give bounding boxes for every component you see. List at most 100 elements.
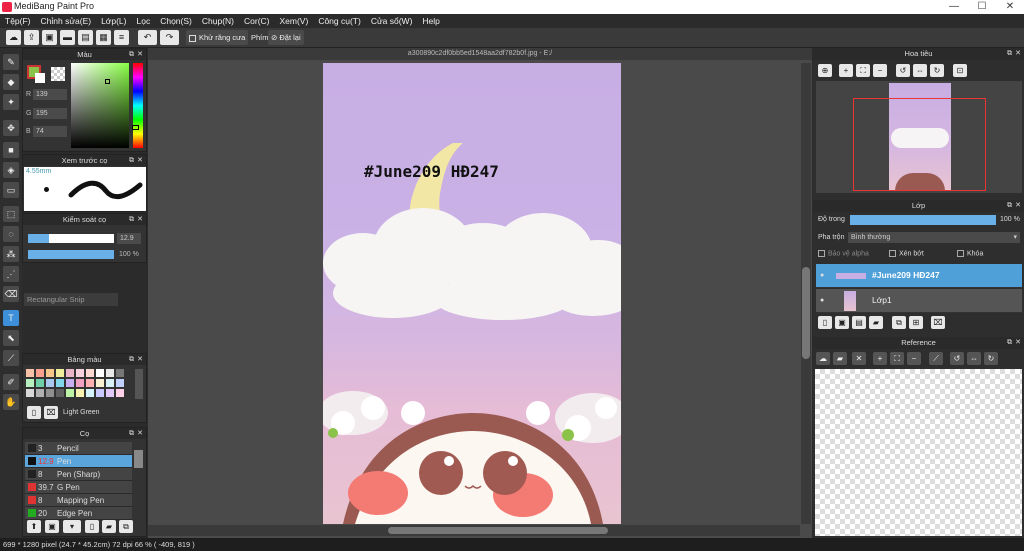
- palette-swatch[interactable]: [56, 389, 64, 397]
- menu-view[interactable]: Xem(V): [275, 14, 314, 28]
- lasso-tool-icon[interactable]: ◌: [3, 226, 19, 242]
- palette-swatch[interactable]: [66, 379, 74, 387]
- clip-checkbox[interactable]: [889, 250, 896, 257]
- eraser-tool-icon[interactable]: ◆: [3, 74, 19, 90]
- reference-zoom-in-icon[interactable]: +: [873, 352, 887, 365]
- blend-mode-select[interactable]: Bình thường ▾: [848, 232, 1020, 243]
- brush-size-value[interactable]: 12.9: [117, 233, 141, 244]
- layer-opacity-slider[interactable]: [850, 215, 996, 225]
- flip-icon[interactable]: ⇔: [913, 64, 927, 77]
- redo-icon[interactable]: ↷: [160, 30, 179, 45]
- palette-swatch[interactable]: [96, 369, 104, 377]
- fit-icon[interactable]: ⛶: [856, 64, 870, 77]
- protect-alpha-checkbox[interactable]: [818, 250, 825, 257]
- add-brush-icon[interactable]: ⬆: [27, 520, 41, 533]
- gradient-tool-icon[interactable]: ▭: [3, 182, 19, 198]
- float-icon[interactable]: ⧉: [1007, 337, 1012, 349]
- palette-swatch[interactable]: [106, 389, 114, 397]
- palette-swatch[interactable]: [116, 369, 124, 377]
- brush-list-scrollbar[interactable]: [134, 450, 143, 468]
- eye-icon[interactable]: ●: [820, 297, 824, 304]
- zoom-icon[interactable]: ⊕: [818, 64, 832, 77]
- brush-open-folder-icon[interactable]: ▰: [102, 520, 116, 533]
- brush-item[interactable]: 3 Pencil: [25, 442, 132, 455]
- menu-file[interactable]: Tệp(F): [0, 14, 36, 28]
- menu-window[interactable]: Cửa sổ(W): [366, 14, 418, 28]
- fill-tool-icon[interactable]: ◈: [3, 162, 19, 178]
- close-icon[interactable]: ✕: [137, 155, 143, 166]
- close-button[interactable]: ✕: [996, 0, 1024, 14]
- canvas-horizontal-scrollbar[interactable]: [148, 525, 800, 536]
- palette-swatch[interactable]: [56, 369, 64, 377]
- merge-layer-icon[interactable]: ⊞: [909, 316, 923, 329]
- delete-color-icon[interactable]: ⌧: [44, 406, 58, 419]
- brush-menu-icon[interactable]: ▾: [63, 520, 81, 533]
- cloud-icon[interactable]: ☁: [6, 30, 21, 45]
- horizontal-scroll-thumb[interactable]: [388, 527, 608, 534]
- palette-swatch[interactable]: [86, 389, 94, 397]
- close-icon[interactable]: ✕: [1015, 48, 1021, 60]
- menu-tools[interactable]: Công cụ(T): [313, 14, 366, 28]
- palette-swatch[interactable]: [46, 389, 54, 397]
- select-pen-icon[interactable]: ⋰: [3, 266, 19, 282]
- hand-tool-icon[interactable]: ✋: [3, 394, 19, 410]
- reference-eyedropper-icon[interactable]: ⟋: [929, 352, 943, 365]
- close-icon[interactable]: ✕: [1015, 337, 1021, 349]
- palette-swatch[interactable]: [66, 369, 74, 377]
- palette-swatch[interactable]: [116, 389, 124, 397]
- brush-item[interactable]: 20 Edge Pen: [25, 507, 132, 520]
- folder-icon[interactable]: ▣: [42, 30, 57, 45]
- magic-wand-icon[interactable]: ⁂: [3, 246, 19, 262]
- palette-swatch[interactable]: [76, 389, 84, 397]
- reference-rotate-right-icon[interactable]: ↻: [984, 352, 998, 365]
- new-layer-icon[interactable]: ▯: [818, 316, 832, 329]
- shape-tool-icon[interactable]: ■: [3, 142, 19, 158]
- brush-item[interactable]: 39.7 G Pen: [25, 481, 132, 494]
- navigator-preview[interactable]: [816, 81, 1022, 193]
- zoom-in-icon[interactable]: +: [839, 64, 853, 77]
- float-icon[interactable]: ⧉: [129, 155, 134, 166]
- layer-row[interactable]: ● #June209 HĐ247: [816, 264, 1022, 288]
- text-tool-icon[interactable]: T: [3, 310, 19, 326]
- canvas-vertical-scrollbar[interactable]: [801, 63, 811, 524]
- palette-swatch[interactable]: [26, 379, 34, 387]
- eye-icon[interactable]: ●: [820, 272, 824, 279]
- palette-swatch[interactable]: [66, 389, 74, 397]
- lock-checkbox[interactable]: [957, 250, 964, 257]
- list-icon[interactable]: ≡: [114, 30, 129, 45]
- brush-copy-icon[interactable]: ⧉: [119, 520, 133, 533]
- palette-swatch[interactable]: [106, 369, 114, 377]
- reference-rotate-left-icon[interactable]: ↺: [950, 352, 964, 365]
- brush-tool-icon[interactable]: ✎: [3, 54, 19, 70]
- menu-filter[interactable]: Lọc: [132, 14, 156, 28]
- brush-item[interactable]: 8 Mapping Pen: [25, 494, 132, 507]
- reference-flip-icon[interactable]: ⇔: [967, 352, 981, 365]
- delete-layer-icon[interactable]: ⌧: [931, 316, 945, 329]
- close-icon[interactable]: ✕: [137, 49, 143, 60]
- palette-swatch[interactable]: [76, 369, 84, 377]
- close-icon[interactable]: ✕: [1015, 200, 1021, 212]
- palette-swatch[interactable]: [86, 369, 94, 377]
- duplicate-layer-icon[interactable]: ⧉: [892, 316, 906, 329]
- reference-close-icon[interactable]: ✕: [852, 352, 866, 365]
- lock-view-icon[interactable]: ⊡: [953, 64, 967, 77]
- artwork-canvas[interactable]: [323, 63, 621, 524]
- palette-swatch[interactable]: [106, 379, 114, 387]
- canvas-text-layer[interactable]: #June209 HĐ247: [364, 162, 499, 181]
- clip-toggle[interactable]: Xén bớt: [889, 250, 924, 257]
- pen-tool-icon[interactable]: ✐: [3, 374, 19, 390]
- reference-zoom-out-icon[interactable]: −: [907, 352, 921, 365]
- reference-cloud-icon[interactable]: ☁: [816, 352, 830, 365]
- comment-icon[interactable]: ▬: [60, 30, 75, 45]
- close-icon[interactable]: ✕: [137, 354, 143, 365]
- menu-layer[interactable]: Lớp(L): [96, 14, 131, 28]
- export-icon[interactable]: ⇪: [24, 30, 39, 45]
- antialias-toggle[interactable]: Khử răng cưa: [186, 30, 249, 45]
- float-icon[interactable]: ⧉: [1007, 48, 1012, 60]
- saturation-value-picker[interactable]: [71, 63, 129, 148]
- reference-canvas[interactable]: [815, 369, 1022, 536]
- palette-swatch[interactable]: [36, 379, 44, 387]
- float-icon[interactable]: ⧉: [129, 354, 134, 365]
- palette-swatch[interactable]: [96, 379, 104, 387]
- float-icon[interactable]: ⧉: [129, 428, 134, 439]
